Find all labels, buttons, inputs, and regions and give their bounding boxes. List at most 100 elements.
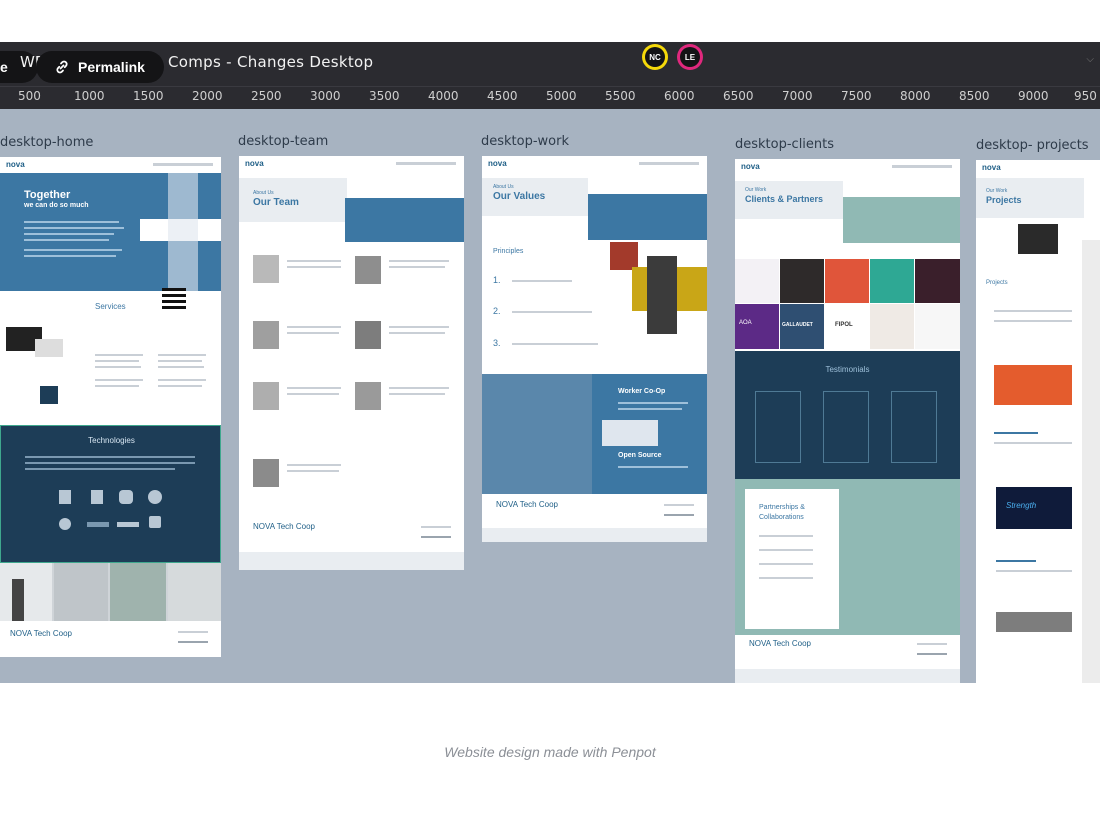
ruler-tick: 2500	[251, 89, 282, 103]
team-photo	[355, 382, 381, 410]
board-label-work[interactable]: desktop-work	[481, 134, 569, 149]
testimonial-card	[823, 391, 869, 463]
project-image	[996, 612, 1072, 632]
avatar-le[interactable]: LE	[680, 47, 700, 67]
ruler-tick: 500	[18, 89, 41, 103]
collage-person	[647, 256, 677, 334]
team-photo	[253, 459, 279, 487]
nav-links	[153, 163, 213, 166]
top-bar: e WD Permalink Comps - Changes Desktop N…	[0, 42, 1100, 86]
city-photo	[110, 563, 166, 621]
text-line	[287, 470, 339, 472]
board-label-projects[interactable]: desktop- projects	[976, 138, 1089, 153]
nova-logo: nova	[245, 159, 264, 168]
file-title: Comps - Changes Desktop	[168, 53, 374, 71]
nav-links	[892, 165, 952, 168]
project-image: Strength	[996, 487, 1072, 529]
board-label-team[interactable]: desktop-team	[238, 134, 328, 149]
chip-image	[40, 386, 58, 404]
text-line	[25, 456, 195, 458]
hero-subtitle: we can do so much	[24, 202, 89, 209]
coop-photo	[482, 374, 592, 494]
text-line	[158, 385, 202, 387]
ruler-tick: 6500	[723, 89, 754, 103]
partnerships-section: Partnerships & Collaborations	[735, 479, 960, 635]
social-icons	[664, 514, 694, 516]
client-logo	[780, 259, 824, 303]
ruler-tick: 7000	[782, 89, 813, 103]
client-logos-grid: AOA GALLAUDET FIPOL	[735, 259, 960, 349]
client-logo: GALLAUDET	[780, 304, 824, 349]
scroll-track[interactable]	[1082, 240, 1100, 683]
page-header: About Us Our Values	[482, 178, 588, 216]
ruler-tick: 7500	[841, 89, 872, 103]
text-line	[24, 249, 122, 251]
board-desktop-team[interactable]: nova About Us Our Team NOVA Tech Coop	[239, 156, 464, 570]
board-label-home[interactable]: desktop-home	[0, 135, 93, 150]
board-desktop-projects[interactable]: nova Our Work Projects Projects Strength	[976, 160, 1100, 683]
text-line	[24, 233, 114, 235]
text-line	[287, 326, 341, 328]
text-line	[178, 631, 208, 633]
client-logo	[735, 259, 779, 303]
header-image	[345, 198, 464, 242]
partnerships-card: Partnerships & Collaborations	[745, 489, 839, 629]
permalink-button[interactable]: Permalink	[36, 51, 164, 83]
testimonial-card	[755, 391, 801, 463]
text-line	[389, 387, 449, 389]
hero-image-hands	[168, 173, 198, 291]
text-line	[994, 310, 1072, 312]
text-line	[421, 526, 451, 528]
footer-brand: NOVA Tech Coop	[496, 500, 558, 509]
nav-links	[639, 162, 699, 165]
nova-logo: nova	[488, 159, 507, 168]
board-desktop-clients[interactable]: nova Our Work Clients & Partners AOA GAL…	[735, 159, 960, 683]
page-header: Our Work Clients & Partners	[735, 181, 843, 219]
text-line	[618, 402, 688, 404]
nova-logo: nova	[982, 163, 1001, 172]
open-source-heading: Open Source	[618, 452, 662, 459]
technologies-section: Technologies	[0, 425, 221, 563]
project-image	[1018, 224, 1058, 254]
ruler-tick: 8500	[959, 89, 990, 103]
board-label-clients[interactable]: desktop-clients	[735, 137, 834, 152]
board-desktop-work[interactable]: nova About Us Our Values Principles 1. 2…	[482, 156, 707, 542]
testimonial-card	[891, 391, 937, 463]
ruler-tick: 950	[1074, 89, 1097, 103]
partnerships-heading: Partnerships & Collaborations	[759, 504, 805, 521]
beta-icon	[117, 522, 139, 527]
permalink-label: Permalink	[78, 59, 145, 75]
ruler-tick: 8000	[900, 89, 931, 103]
penpot-app: e WD Permalink Comps - Changes Desktop N…	[0, 42, 1100, 683]
text-line	[158, 379, 206, 381]
client-logo	[915, 304, 960, 349]
header-image	[843, 197, 960, 243]
text-line	[759, 563, 813, 565]
text-line	[287, 266, 341, 268]
share-label: e	[0, 59, 8, 75]
text-line	[389, 332, 445, 334]
board-nav: nova	[239, 156, 464, 172]
board-nav: nova	[976, 160, 1100, 176]
board-desktop-home[interactable]: nova Together we can do so much Services	[0, 157, 221, 657]
html5-icon	[59, 490, 71, 504]
board-nav: nova	[482, 156, 707, 172]
text-line	[95, 385, 139, 387]
text-line	[994, 432, 1038, 434]
client-logo	[870, 304, 914, 349]
chevron-down-icon[interactable]: ⌵	[1086, 54, 1094, 65]
page-title-small: Our Work	[986, 188, 1008, 194]
principles-heading: Principles	[493, 248, 524, 255]
city-photo	[12, 579, 24, 621]
client-logo	[870, 259, 914, 303]
text-line	[158, 366, 204, 368]
stripes-graphic	[162, 288, 186, 291]
city-photos-strip	[0, 563, 221, 621]
social-icons	[178, 641, 208, 643]
image-caption: Website design made with Penpot	[444, 744, 656, 760]
nova-logo: nova	[741, 162, 760, 171]
nav-links	[396, 162, 456, 165]
avatar-nc[interactable]: NC	[645, 47, 665, 67]
text-line	[95, 360, 139, 362]
page-title-small: About Us	[253, 190, 274, 196]
